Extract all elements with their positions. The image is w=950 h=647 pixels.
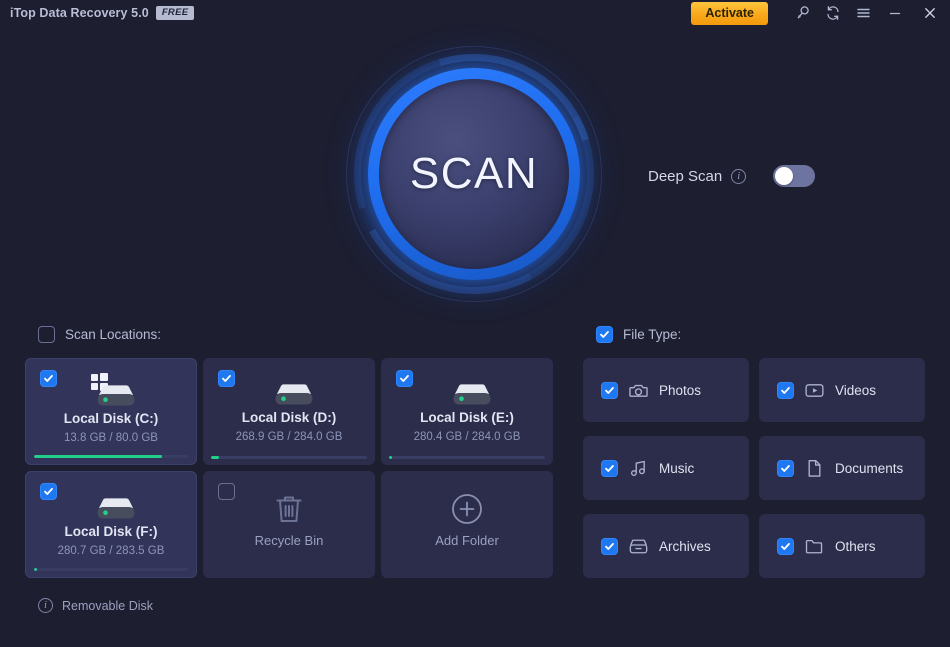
scan-location-name: Local Disk (D:) xyxy=(203,410,375,425)
disk-usage-bar xyxy=(34,455,188,458)
app-title: iTop Data Recovery 5.0 xyxy=(10,6,149,20)
key-icon[interactable] xyxy=(788,0,818,26)
scan-location-usage: 280.4 GB / 284.0 GB xyxy=(381,431,553,443)
free-badge: FREE xyxy=(156,6,195,20)
file-type-checkbox[interactable] xyxy=(601,460,618,477)
archive-icon xyxy=(629,537,648,556)
scan-button-label: SCAN xyxy=(410,149,538,199)
deep-scan-toggle[interactable] xyxy=(773,165,815,187)
scan-locations-header: Scan Locations: xyxy=(38,326,161,343)
file-type-card[interactable]: Others xyxy=(759,514,925,578)
disk-usage-bar-fill xyxy=(211,456,219,459)
scan-location-checkbox[interactable] xyxy=(40,370,57,387)
music-icon xyxy=(629,459,648,478)
disk-usage-bar-fill xyxy=(389,456,392,459)
scan-location-checkbox[interactable] xyxy=(218,370,235,387)
plus-circle-icon xyxy=(381,493,553,525)
scan-location-card[interactable]: Local Disk (C:) 13.8 GB / 80.0 GB xyxy=(25,358,197,465)
scan-location-card[interactable]: Local Disk (E:) 280.4 GB / 284.0 GB xyxy=(381,358,553,465)
refresh-icon[interactable] xyxy=(818,0,848,26)
file-type-card[interactable]: Music xyxy=(583,436,749,500)
scan-locations-label: Scan Locations: xyxy=(65,327,161,342)
add-folder-label: Add Folder xyxy=(381,533,553,548)
trash-icon xyxy=(203,493,375,525)
close-icon[interactable] xyxy=(912,0,948,26)
camera-icon xyxy=(629,381,648,400)
file-type-grid: Photos Videos Music Documents Archives O… xyxy=(583,358,925,578)
file-type-checkbox[interactable] xyxy=(601,382,618,399)
add-folder-card[interactable]: Add Folder xyxy=(381,471,553,578)
file-type-checkbox[interactable] xyxy=(777,538,794,555)
minimize-icon[interactable] xyxy=(878,0,912,26)
file-type-checkbox[interactable] xyxy=(596,326,613,343)
menu-icon[interactable] xyxy=(848,0,878,26)
folder-icon xyxy=(805,537,824,556)
recycle-bin-label: Recycle Bin xyxy=(203,533,375,548)
file-type-checkbox[interactable] xyxy=(777,382,794,399)
hard-drive-icon xyxy=(439,372,495,410)
scan-location-name: Local Disk (C:) xyxy=(26,411,196,426)
scan-location-card[interactable]: Local Disk (D:) 268.9 GB / 284.0 GB xyxy=(203,358,375,465)
hard-drive-icon xyxy=(261,372,317,410)
disk-usage-bar-fill xyxy=(34,455,162,458)
scan-locations-grid: Local Disk (C:) 13.8 GB / 80.0 GB Local D… xyxy=(25,358,553,578)
scan-location-card[interactable]: Recycle Bin xyxy=(203,471,375,578)
file-type-card[interactable]: Videos xyxy=(759,358,925,422)
disk-usage-bar xyxy=(389,456,545,459)
scan-button-area: SCAN xyxy=(368,68,580,280)
disk-usage-bar xyxy=(211,456,367,459)
file-type-label: Others xyxy=(835,539,876,554)
info-icon[interactable]: i xyxy=(38,598,53,613)
scan-location-name: Local Disk (F:) xyxy=(26,524,196,539)
window-controls: Activate xyxy=(691,0,950,26)
file-type-label: Photos xyxy=(659,383,701,398)
scan-location-checkbox[interactable] xyxy=(396,370,413,387)
scan-location-name: Local Disk (E:) xyxy=(381,410,553,425)
file-type-checkbox[interactable] xyxy=(601,538,618,555)
file-type-label: Archives xyxy=(659,539,711,554)
deep-scan-label: Deep Scan xyxy=(648,168,722,185)
removable-disk-label: Removable Disk xyxy=(62,599,153,613)
removable-disk-row[interactable]: i Removable Disk xyxy=(38,598,153,613)
document-icon xyxy=(805,459,824,478)
deep-scan-toggle-knob xyxy=(775,167,793,185)
hard-drive-windows-icon xyxy=(83,373,139,411)
file-type-label: Music xyxy=(659,461,694,476)
scan-location-usage: 268.9 GB / 284.0 GB xyxy=(203,431,375,443)
file-type-card[interactable]: Photos xyxy=(583,358,749,422)
file-type-label: File Type: xyxy=(623,327,681,342)
title-bar: iTop Data Recovery 5.0 FREE Activate xyxy=(0,0,950,26)
activate-button[interactable]: Activate xyxy=(691,2,768,25)
scan-button[interactable]: SCAN xyxy=(379,79,569,269)
scan-location-usage: 280.7 GB / 283.5 GB xyxy=(26,545,196,557)
file-type-card[interactable]: Archives xyxy=(583,514,749,578)
disk-usage-bar-fill xyxy=(34,568,37,571)
scan-location-usage: 13.8 GB / 80.0 GB xyxy=(26,432,196,444)
scan-locations-checkbox[interactable] xyxy=(38,326,55,343)
deep-scan-control: Deep Scan i xyxy=(648,165,815,187)
video-icon xyxy=(805,381,824,400)
file-type-checkbox[interactable] xyxy=(777,460,794,477)
file-type-label: Videos xyxy=(835,383,876,398)
info-icon[interactable]: i xyxy=(731,169,746,184)
scan-location-card[interactable]: Local Disk (F:) 280.7 GB / 283.5 GB xyxy=(25,471,197,578)
hard-drive-icon xyxy=(83,486,139,524)
file-type-header: File Type: xyxy=(596,326,681,343)
scan-location-checkbox[interactable] xyxy=(40,483,57,500)
file-type-label: Documents xyxy=(835,461,903,476)
disk-usage-bar xyxy=(34,568,188,571)
file-type-card[interactable]: Documents xyxy=(759,436,925,500)
